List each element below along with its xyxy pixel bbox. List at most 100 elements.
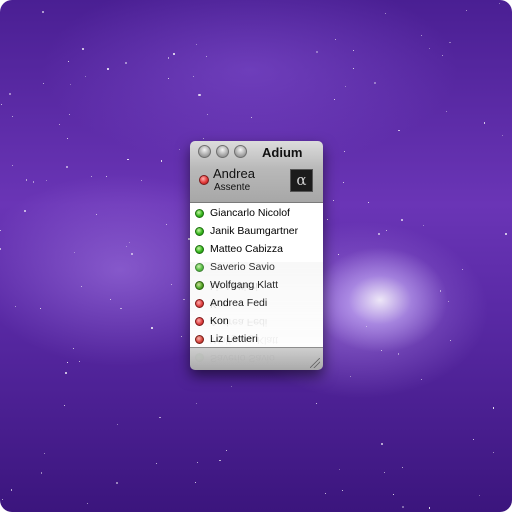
star [107, 68, 109, 70]
star [195, 44, 197, 46]
star [343, 150, 345, 153]
star [78, 360, 80, 362]
star [345, 85, 347, 88]
window-title: Adium [262, 145, 303, 160]
star [109, 299, 111, 300]
star [483, 122, 486, 124]
star [493, 451, 495, 454]
star [82, 48, 84, 50]
star [385, 230, 387, 232]
star [159, 416, 161, 418]
star [202, 138, 205, 140]
star [63, 404, 65, 406]
star [173, 53, 175, 55]
star [58, 124, 60, 126]
star [161, 160, 163, 162]
star [183, 298, 185, 300]
star [231, 386, 233, 388]
star [90, 175, 92, 177]
contact-row[interactable]: Janik Baumgartner [190, 223, 323, 241]
star [352, 68, 354, 69]
star [69, 83, 71, 85]
star [373, 81, 376, 84]
star [43, 83, 45, 84]
contact-row[interactable]: Saverio Savio [190, 259, 323, 277]
star [478, 494, 481, 496]
star [125, 62, 128, 65]
title-bar[interactable]: Adium Andrea Assente α [190, 141, 323, 203]
star [450, 339, 452, 341]
star [341, 490, 344, 492]
star [73, 347, 74, 349]
star [198, 93, 201, 96]
star [115, 481, 119, 485]
star [505, 232, 508, 235]
star [39, 307, 41, 309]
star [327, 219, 329, 220]
star [367, 202, 369, 204]
window-footer [190, 347, 323, 370]
adium-window[interactable]: Adium Andrea Assente α Giancarlo Nicolof… [190, 141, 323, 370]
star [167, 57, 170, 59]
star [501, 134, 503, 136]
star [349, 375, 351, 378]
star [195, 403, 197, 405]
account-status-label[interactable]: Assente [214, 182, 250, 193]
star [1, 103, 3, 105]
star [429, 507, 431, 509]
star [206, 113, 208, 116]
star [45, 179, 47, 181]
star [337, 254, 339, 256]
contact-row[interactable]: Kon [190, 313, 323, 331]
account-status-icon[interactable] [199, 175, 209, 185]
alpha-icon[interactable]: α [290, 169, 313, 192]
star [24, 210, 27, 213]
account-name[interactable]: Andrea [213, 166, 255, 181]
star [66, 165, 69, 169]
star [315, 50, 319, 53]
desktop-background: Adium Andrea Assente α Giancarlo Nicolof… [0, 0, 512, 512]
star [338, 468, 340, 470]
zoom-button[interactable] [234, 145, 247, 158]
star [335, 39, 337, 40]
resize-grip-icon[interactable] [310, 358, 320, 368]
close-button[interactable] [198, 145, 211, 158]
contact-row[interactable]: Matteo Cabizza [190, 241, 323, 259]
star [117, 423, 118, 425]
star [448, 300, 450, 302]
star [365, 325, 367, 327]
contact-row[interactable]: Andrea Fedi [190, 295, 323, 313]
contact-name: Janik Baumgartner [210, 225, 299, 237]
contact-list[interactable]: Giancarlo Nicolof Janik Baumgartner Matteo… [190, 203, 323, 347]
star [400, 218, 404, 221]
star [155, 462, 157, 464]
star [421, 34, 423, 37]
star [11, 489, 13, 491]
star [40, 472, 42, 474]
minimize-button[interactable] [216, 145, 229, 158]
status-away-icon [195, 335, 204, 344]
status-online-icon [195, 281, 204, 290]
star [393, 493, 394, 495]
contact-name: Kon [210, 315, 229, 327]
star [180, 335, 182, 337]
contact-row[interactable]: Wolfgang Klatt [190, 277, 323, 295]
star [120, 307, 122, 309]
star [205, 55, 207, 57]
star [12, 165, 14, 166]
contact-row[interactable]: Giancarlo Nicolof [190, 205, 323, 223]
star [130, 253, 134, 256]
star [41, 10, 44, 13]
star [168, 78, 170, 80]
star [0, 248, 2, 250]
star [398, 130, 400, 132]
star [315, 402, 317, 404]
star [165, 223, 167, 225]
star [84, 75, 86, 77]
star [250, 117, 252, 119]
star [353, 49, 354, 51]
star [428, 47, 431, 50]
star [492, 407, 494, 409]
star [68, 60, 70, 62]
star [462, 269, 463, 271]
